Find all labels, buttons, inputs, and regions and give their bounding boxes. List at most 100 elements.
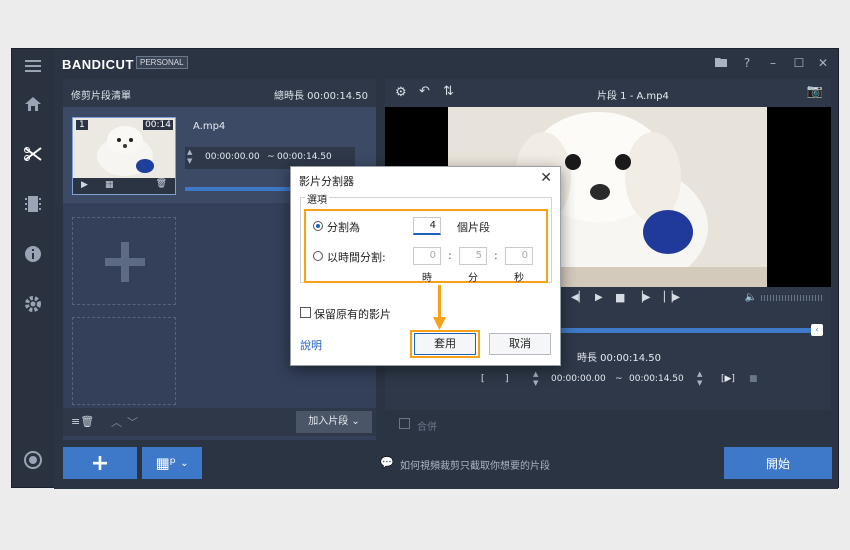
minimize-button[interactable]: – [762,53,784,73]
flip-icon[interactable]: ⇅ [443,84,454,99]
range-separator: ~ [267,152,275,162]
edition-badge: PERSONAL [136,56,188,69]
clip-list-footer: ≡🗑 ︿ ﹀ 加入片段 ⌄ [63,408,376,436]
cut-icon[interactable] [12,139,54,169]
video-splitter-dialog: 影片分割器 ✕ 選項 分割為 4 個片段 以時間分割: 0 : 5 : 0 時 … [290,166,561,366]
dialog-close-button[interactable]: ✕ [540,170,552,186]
marker-button[interactable]: [▶] [721,374,735,384]
gear-icon[interactable] [12,289,54,319]
add-slot-icon [105,242,145,282]
move-down-icon[interactable]: ﹀ [127,414,138,430]
add-clip-button[interactable]: 加入片段 ⌄ [296,411,372,433]
seconds-input[interactable]: 0 [505,247,533,265]
options-label: 選項 [305,191,329,206]
split-into-label: 分割為 [327,221,360,234]
split-by-time-radio[interactable] [313,251,323,261]
volume-icon[interactable]: 🔈 [745,292,757,303]
total-duration: 總時長 00:00:14.50 [274,91,368,102]
clip-list-header: 修剪片段清單 總時長 00:00:14.50 [63,79,376,107]
range-stepper-left[interactable]: ▲ ▼ [187,148,192,166]
keep-original-label: 保留原有的影片 [314,308,391,321]
move-up-icon[interactable]: ︿ [111,414,122,430]
plus-icon: + [90,450,110,476]
info-icon[interactable] [12,239,54,269]
film-options-button[interactable]: ▦ᵖ ⌄ [142,447,202,479]
set-start-button[interactable]: [ [481,374,485,384]
trash-icon[interactable]: 🗑 [156,179,167,189]
clip-range-start[interactable]: 00:00:00.00 [205,152,260,162]
preview-duration: 時長 00:00:14.50 [577,353,661,364]
preview-header: ⚙ ↶ ⇅ 片段 1 - A.mp4 📷 [385,79,831,107]
stop-icon[interactable]: ■ [615,291,625,304]
apply-button[interactable]: 套用 [414,333,476,355]
preview-range: [ ] ▲ ▼ 00:00:00.00 ~ 00:00:14.50 ▲ ▼ [▶] … [385,369,831,391]
snapshot-icon[interactable]: 📷 [807,84,823,99]
delete-list-icon[interactable]: ≡🗑 [71,415,94,428]
split-by-time-label: 以時間分割: [327,251,386,264]
clip-thumbnail[interactable]: 1 00:14 ▶ ▦ 🗑 [72,117,176,195]
thumb-toolbar: ▶ ▦ 🗑 [73,178,175,194]
volume-slider[interactable] [761,295,823,301]
home-icon[interactable] [12,89,54,119]
keep-original-checkbox[interactable] [300,307,311,318]
range-end-stepper[interactable]: ▲ ▼ [697,370,702,388]
minutes-input[interactable]: 5 [459,247,487,265]
split-into-unit: 個片段 [457,221,490,234]
close-button[interactable]: ✕ [812,53,834,73]
split-count-input[interactable]: 4 [413,217,441,235]
clip-list-title: 修剪片段清單 [71,91,131,102]
next-frame-icon[interactable]: ▕▶ [635,292,650,303]
titlebar: BANDICUT PERSONAL ? – ☐ ✕ [54,49,838,77]
record-icon[interactable] [12,445,54,475]
stop-marker-icon[interactable]: ■ [749,374,758,384]
add-clip-label: 加入片段 [308,416,349,427]
maximize-button[interactable]: ☐ [788,53,810,73]
help-button[interactable]: ? [736,53,758,73]
film-icon[interactable] [12,189,54,219]
split-into-radio[interactable] [313,221,323,231]
clip-filename: A.mp4 [193,121,226,132]
clip-duration: 00:14 [143,120,173,130]
menu-icon[interactable] [12,51,54,81]
grid-icon[interactable]: ▦ [105,180,114,190]
play-icon[interactable]: ▶ [595,292,603,303]
add-file-button[interactable]: + [63,447,137,479]
hint-link[interactable]: 如何視頻裁剪只截取你想要的片段 [400,457,550,472]
merge-checkbox[interactable] [399,418,410,429]
merge-bar: 合併 [385,410,831,440]
empty-clip-slot[interactable] [72,317,176,405]
preview-range-end[interactable]: 00:00:14.50 [629,374,684,384]
range-start-stepper[interactable]: ▲ ▼ [533,370,538,388]
dialog-title: 影片分割器 [299,175,354,188]
clip-index: 1 [76,120,88,130]
timeline-end-handle[interactable]: ‹ [811,324,823,336]
folder-icon[interactable] [710,53,732,73]
rotate-icon[interactable]: ↶ [419,84,430,99]
prev-frame-icon[interactable]: ◀▏ [571,292,586,303]
merge-label: 合併 [417,422,437,433]
chat-icon: 💬 [380,456,394,469]
cancel-button[interactable]: 取消 [489,333,551,355]
preview-title: 片段 1 - A.mp4 [597,91,669,102]
clip-range-end[interactable]: 00:00:14.50 [277,152,332,162]
bottom-bar: + ▦ᵖ ⌄ 💬 如何視頻裁剪只截取你想要的片段 開始 [54,441,838,489]
help-link[interactable]: 說明 [300,337,322,353]
hours-input[interactable]: 0 [413,247,441,265]
empty-clip-slot[interactable] [72,217,176,305]
film-settings-icon: ▦ᵖ [155,454,177,472]
set-end-button[interactable]: ] [505,374,509,384]
timeline-fill [561,328,811,333]
colon-2: : [494,249,498,262]
sidebar [12,49,54,487]
hours-unit: 時 [422,273,432,284]
play-icon[interactable]: ▶ [81,180,88,190]
colon-1: : [448,249,452,262]
start-button[interactable]: 開始 [724,447,832,479]
chevron-down-icon: ⌄ [351,416,360,427]
seconds-unit: 秒 [514,273,524,284]
arrow-down-annotation [433,285,446,330]
preview-range-start[interactable]: 00:00:00.00 [551,374,606,384]
end-icon[interactable]: ▕▕▶ [657,292,680,303]
settings-icon[interactable]: ⚙ [395,85,407,100]
chevron-down-icon: ⌄ [180,457,189,469]
